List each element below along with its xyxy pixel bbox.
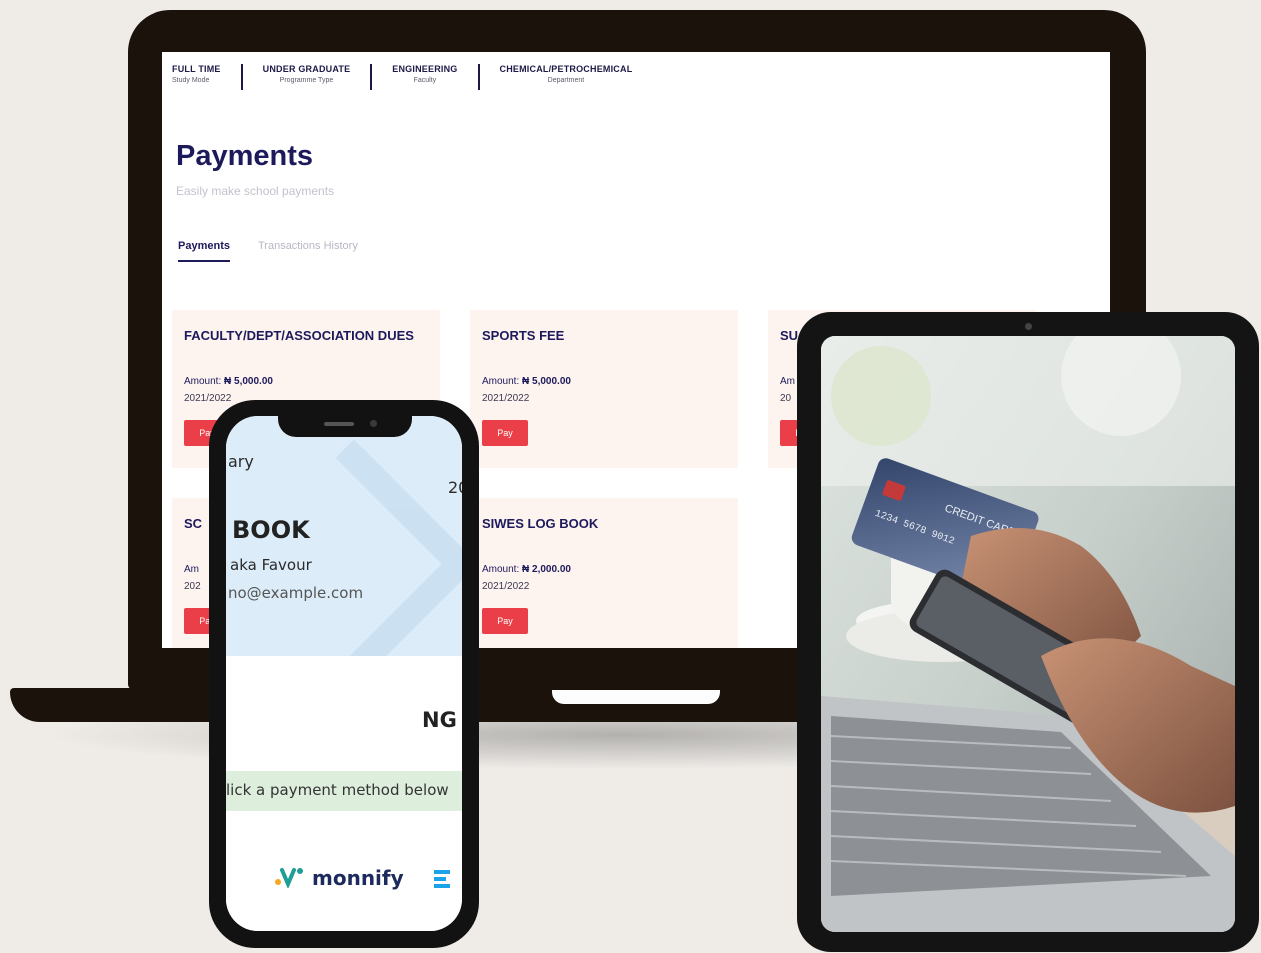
card-title: SPORTS FEE [482, 328, 565, 343]
info-programme-type: UNDER GRADUATE Programme Type [240, 64, 371, 90]
amount-label: Amount: [482, 564, 520, 575]
tablet-photo: CREDIT CARD 1234 5678 9012 [821, 336, 1235, 932]
credit-card-photo-illustration: CREDIT CARD 1234 5678 9012 [821, 336, 1235, 932]
info-study-mode: FULL TIME Study Mode [172, 64, 241, 90]
phone-screen: ary 20 BOOK aka Favour no@example.com NG… [226, 416, 462, 931]
phone-notch [278, 413, 412, 437]
device-mockup-stage: FULL TIME Study Mode UNDER GRADUATE Prog… [0, 0, 1261, 953]
card-session: 20 [780, 393, 792, 404]
card-amount: Amount: ₦ 2,000.00 [482, 564, 571, 575]
card-title: SIWES LOG BOOK [482, 516, 599, 531]
card-title: SC [184, 516, 203, 531]
amount-label: Amount: [482, 376, 520, 387]
second-provider-icon[interactable] [434, 870, 454, 888]
page-title: Payments [176, 140, 314, 172]
phone-amount-section: NG [226, 656, 462, 771]
card-amount: Am [184, 564, 199, 575]
info-label: Department [547, 77, 585, 84]
phone-speaker [324, 422, 354, 426]
tab-transactions-history[interactable]: Transactions History [258, 240, 358, 262]
card-session: 2021/2022 [184, 393, 232, 404]
amount-label: Amount: [184, 376, 222, 387]
payment-method-notice: lick a payment method below [226, 771, 462, 811]
payment-card: SPORTS FEE Amount: ₦ 5,000.00 2021/2022 … [470, 310, 738, 468]
card-amount: Am [780, 376, 795, 387]
card-title: FACULTY/DEPT/ASSOCIATION DUES [184, 328, 414, 343]
page-subtitle: Easily make school payments [176, 184, 335, 198]
laptop-trackpad-notch [552, 690, 720, 704]
amount-value: ₦ 5,000.00 [522, 376, 571, 387]
amount-label: Am [780, 376, 795, 387]
info-value: ENGINEERING [392, 64, 458, 74]
info-value: CHEMICAL/PETROCHEMICAL [499, 64, 633, 74]
info-label: Programme Type [279, 77, 334, 84]
pay-button[interactable]: Pay [482, 420, 528, 446]
info-faculty: ENGINEERING Faculty [370, 64, 477, 90]
info-department: CHEMICAL/PETROCHEMICAL Department [477, 64, 653, 90]
tab-payments[interactable]: Payments [178, 240, 230, 262]
amount-value: ₦ 2,000.00 [522, 564, 571, 575]
phone-camera [370, 420, 377, 427]
chevron-decoration-icon [229, 439, 462, 656]
payment-card: SIWES LOG BOOK Amount: ₦ 2,000.00 2021/2… [470, 498, 738, 648]
student-info-bar: FULL TIME Study Mode UNDER GRADUATE Prog… [172, 64, 652, 90]
payer-email: no@example.com [228, 584, 364, 602]
header-fragment: ary [228, 452, 254, 471]
card-title: SU [780, 328, 799, 343]
info-value: FULL TIME [172, 64, 221, 74]
phone-payment-header: ary 20 BOOK aka Favour no@example.com [226, 416, 462, 656]
info-label: Study Mode [172, 77, 210, 84]
info-value: UNDER GRADUATE [262, 64, 351, 74]
monnify-logo-icon [275, 868, 303, 888]
card-amount: Amount: ₦ 5,000.00 [482, 376, 571, 387]
amount-label: Am [184, 564, 199, 575]
tablet-camera [1025, 323, 1032, 330]
card-session: 202 [184, 581, 201, 592]
monnify-button[interactable]: monnify [312, 866, 404, 890]
card-session: 2021/2022 [482, 393, 530, 404]
amount-value: ₦ 5,000.00 [224, 376, 273, 387]
pay-button[interactable]: Pay [482, 608, 528, 634]
currency-fragment: NG [422, 708, 457, 732]
phone-device: ary 20 BOOK aka Favour no@example.com NG… [209, 400, 479, 948]
phone-item-title: BOOK [232, 516, 310, 544]
payer-name: aka Favour [230, 556, 312, 574]
tablet-device: CREDIT CARD 1234 5678 9012 [797, 312, 1259, 952]
payment-tabs: Payments Transactions History [178, 240, 386, 262]
info-label: Faculty [413, 77, 437, 84]
header-date-fragment: 20 [448, 478, 462, 497]
notice-text: lick a payment method below [226, 781, 449, 799]
card-session: 2021/2022 [482, 581, 530, 592]
card-amount: Amount: ₦ 5,000.00 [184, 376, 273, 387]
